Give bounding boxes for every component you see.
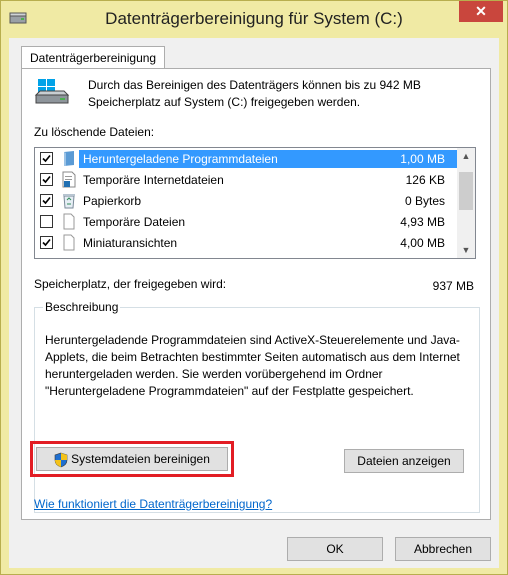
checkmark-icon bbox=[42, 196, 51, 205]
help-link[interactable]: Wie funktioniert die Datenträgerbereinig… bbox=[34, 497, 272, 511]
files-listbox[interactable]: Heruntergeladene Programmdateien 1,00 MB… bbox=[34, 147, 476, 259]
checkmark-icon bbox=[42, 154, 51, 163]
list-item[interactable]: Heruntergeladene Programmdateien 1,00 MB bbox=[35, 148, 457, 169]
list-item[interactable]: Temporäre Internetdateien 126 KB bbox=[35, 169, 457, 190]
list-item[interactable]: Miniaturansichten 4,00 MB bbox=[35, 232, 457, 253]
checkbox[interactable] bbox=[40, 152, 53, 165]
file-name: Heruntergeladene Programmdateien bbox=[81, 151, 280, 167]
disk-cleanup-window: Datenträgerbereinigung für System (C:) ✕… bbox=[0, 0, 508, 575]
blank-file-icon bbox=[63, 213, 75, 230]
checkbox[interactable] bbox=[40, 215, 53, 228]
file-name: Miniaturansichten bbox=[83, 236, 178, 250]
list-item[interactable]: Temporäre Dateien 4,93 MB bbox=[35, 211, 457, 232]
recycle-bin-icon bbox=[63, 194, 75, 209]
description-group: Beschreibung Heruntergeladende Programmd… bbox=[34, 300, 480, 513]
vertical-scrollbar[interactable]: ▲ ▼ bbox=[457, 148, 475, 258]
title-bar[interactable]: Datenträgerbereinigung für System (C:) ✕ bbox=[1, 1, 507, 37]
cleanup-system-files-button[interactable]: Systemdateien bereinigen bbox=[36, 447, 228, 471]
folder-icon bbox=[64, 151, 74, 166]
window-title: Datenträgerbereinigung für System (C:) bbox=[105, 9, 403, 28]
checkbox[interactable] bbox=[40, 236, 53, 249]
ok-button[interactable]: OK bbox=[287, 537, 383, 561]
file-name: Temporäre Dateien bbox=[83, 215, 186, 229]
blank-file-icon bbox=[63, 234, 75, 251]
uac-shield-icon bbox=[54, 452, 68, 468]
close-button[interactable]: ✕ bbox=[459, 1, 503, 22]
checkbox[interactable] bbox=[40, 194, 53, 207]
checkmark-icon bbox=[42, 175, 51, 184]
file-size: 4,00 MB bbox=[400, 236, 445, 250]
file-size: 126 KB bbox=[405, 173, 445, 187]
cleanup-system-files-label: Systemdateien bereinigen bbox=[71, 452, 210, 466]
scroll-thumb[interactable] bbox=[459, 172, 473, 210]
document-lock-icon bbox=[62, 171, 76, 188]
file-size: 1,00 MB bbox=[400, 152, 445, 166]
files-label: Zu löschende Dateien: bbox=[34, 125, 155, 139]
space-value: 937 MB bbox=[432, 279, 474, 293]
file-name: Temporäre Internetdateien bbox=[83, 173, 224, 187]
list-item[interactable]: Papierkorb 0 Bytes bbox=[35, 190, 457, 211]
description-text: Heruntergeladende Programmdateien sind A… bbox=[45, 333, 460, 398]
tab-panel: Durch das Bereinigen des Datenträgers kö… bbox=[21, 68, 491, 520]
drive-icon bbox=[34, 79, 70, 104]
space-label: Speicherplatz, der freigegeben wird: bbox=[34, 277, 227, 291]
cancel-button[interactable]: Abbrechen bbox=[395, 537, 491, 561]
checkmark-icon bbox=[42, 238, 51, 247]
tab-disk-cleanup[interactable]: Datenträgerbereinigung bbox=[21, 46, 166, 69]
scroll-down-icon[interactable]: ▼ bbox=[457, 242, 475, 258]
checkbox[interactable] bbox=[40, 173, 53, 186]
scroll-up-icon[interactable]: ▲ bbox=[457, 148, 475, 164]
file-name: Papierkorb bbox=[83, 194, 142, 208]
dialog-client-area: Datenträgerbereinigung Durch das Bereini… bbox=[9, 38, 499, 568]
description-title: Beschreibung bbox=[43, 300, 121, 314]
view-files-button[interactable]: Dateien anzeigen bbox=[344, 449, 464, 473]
file-size: 4,93 MB bbox=[400, 215, 445, 229]
intro-text: Durch das Bereinigen des Datenträgers kö… bbox=[88, 78, 421, 109]
file-size: 0 Bytes bbox=[404, 194, 445, 208]
